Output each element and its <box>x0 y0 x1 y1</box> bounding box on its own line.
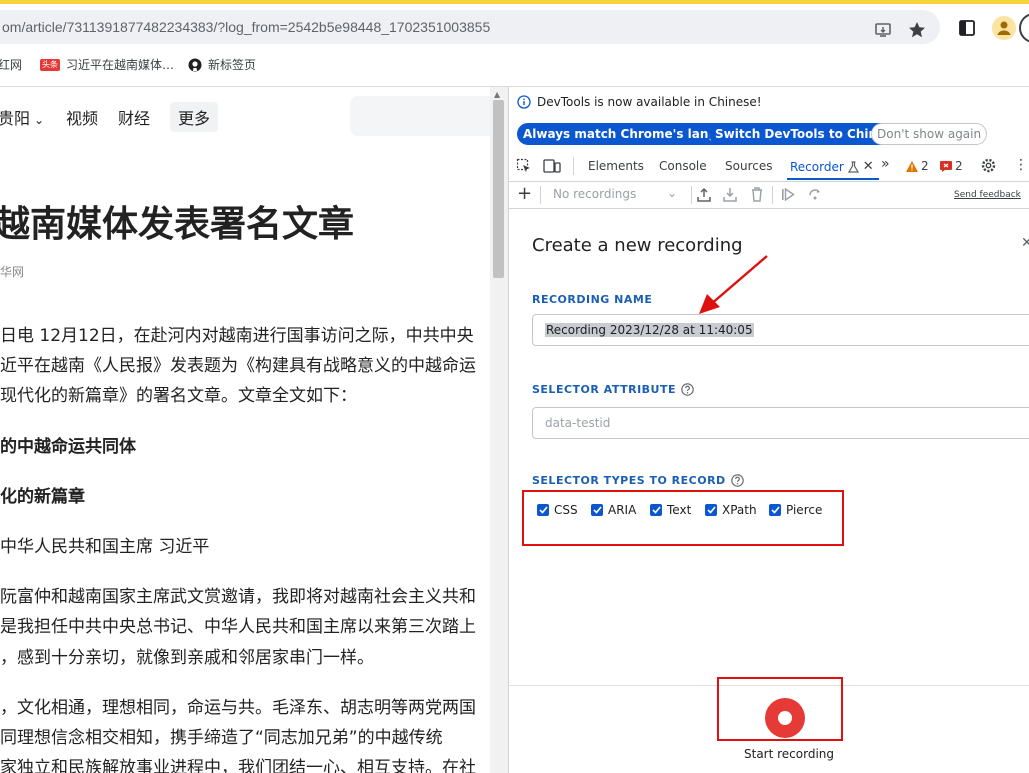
selector-attribute-input[interactable]: data-testid <box>532 407 1029 439</box>
article-paragraph: 日电 12月12日，在赴河内对越南进行国事访问之际，中共中央 <box>0 326 474 346</box>
bookmark-label: 红网 <box>0 58 23 72</box>
chevron-down-icon[interactable]: ⌄ <box>667 186 677 200</box>
gear-icon[interactable] <box>980 157 997 174</box>
start-recording-label[interactable]: Start recording <box>744 747 834 761</box>
close-icon[interactable]: ✕ <box>1021 235 1029 251</box>
selector-attribute-placeholder: data-testid <box>545 416 611 430</box>
send-feedback-link[interactable]: Send feedback <box>954 190 1021 200</box>
page-scrollbar-thumb[interactable] <box>493 100 504 278</box>
error-icon <box>940 160 952 172</box>
nav-finance[interactable]: 财经 <box>118 105 150 129</box>
recording-name-value[interactable]: Recording 2023/12/28 at 11:40:05 <box>545 323 754 337</box>
search-input[interactable] <box>350 96 490 136</box>
toutiao-badge-icon: 头条 <box>40 58 60 71</box>
recordings-select[interactable]: No recordings <box>553 187 636 201</box>
selector-types-label: SELECTOR TYPES TO RECORD <box>532 474 744 487</box>
inspect-element-icon[interactable] <box>516 158 532 174</box>
tab-recorder-label: Recorder <box>790 159 844 174</box>
article-paragraph: ，感到十分亲切，就像到亲戚和邻居家串门一样。 <box>0 648 374 668</box>
dont-show-again-button[interactable]: Don't show again <box>871 123 988 145</box>
article-byline: 中华人民共和国主席 习近平 <box>0 537 210 557</box>
warnings-counter[interactable]: 2 <box>906 159 929 173</box>
recording-name-label: RECORDING NAME <box>532 293 653 306</box>
kebab-menu-icon[interactable]: ⋮ <box>1014 158 1028 172</box>
devtools-panel: DevTools is now available in Chinese! Al… <box>508 87 1029 773</box>
tab-recorder[interactable]: Recorder ✕ <box>790 159 874 174</box>
article-paragraph: 现代化的新篇章》的署名文章。文章全文如下： <box>0 386 357 406</box>
add-recording-icon[interactable]: + <box>517 182 532 206</box>
warning-icon <box>906 160 918 172</box>
bookmark-item[interactable]: 新标签页 <box>188 56 256 73</box>
side-panel-icon[interactable] <box>957 18 977 38</box>
article-paragraph: 是我担任中共中央总书记、中华人民共和国主席以来第三次踏上 <box>0 617 476 637</box>
import-icon[interactable] <box>723 187 737 202</box>
tab-console[interactable]: Console <box>659 159 707 173</box>
star-icon[interactable] <box>907 20 927 40</box>
bookmark-item[interactable]: 红网 <box>0 56 22 73</box>
flask-icon <box>847 160 859 173</box>
start-recording-highlight <box>717 677 843 741</box>
export-icon[interactable] <box>697 187 711 202</box>
device-toolbar-icon[interactable] <box>543 158 561 174</box>
more-tabs-icon[interactable]: » <box>881 156 890 172</box>
profile-icon[interactable] <box>992 16 1016 40</box>
bookmark-label: 习近平在越南媒体… <box>66 58 175 72</box>
article-source: 华网 <box>0 265 25 279</box>
step-icon[interactable] <box>808 187 822 201</box>
nav-city[interactable]: 贵阳 ⌄ <box>0 105 44 129</box>
devtools-tabbar: Elements Console Sources Recorder ✕ » 2 … <box>509 151 1029 182</box>
tab-divider <box>573 157 574 175</box>
nav-video[interactable]: 视频 <box>66 105 98 129</box>
scroll-up-icon[interactable]: ▲ <box>494 90 500 99</box>
tab-elements[interactable]: Elements <box>588 159 644 173</box>
toolbar-divider <box>691 186 692 204</box>
article-paragraph: 近平在越南《人民报》发表题为《构建具有战略意义的中越命运 <box>0 356 476 376</box>
delete-icon[interactable] <box>751 187 763 202</box>
github-icon <box>188 58 202 72</box>
address-bar-url[interactable]: om/article/7311391877482234383/?log_from… <box>2 19 490 35</box>
article-subheading: 的中越命运共同体 <box>0 437 136 457</box>
article-paragraph: 家独立和民族解放事业进程中，我们团结一心、相互支持。在社 <box>0 758 476 773</box>
devtools-infobar: DevTools is now available in Chinese! <box>517 95 762 109</box>
install-app-icon[interactable] <box>873 20 893 40</box>
recording-name-input[interactable]: Recording 2023/12/28 at 11:40:05 <box>532 314 1029 346</box>
tab-sources[interactable]: Sources <box>725 159 772 173</box>
infobar-text: DevTools is now available in Chinese! <box>537 95 762 109</box>
nav-more[interactable]: 更多 <box>170 102 219 132</box>
bookmark-item[interactable]: 头条 习近平在越南媒体… <box>40 56 174 73</box>
replay-icon[interactable] <box>781 188 795 201</box>
help-icon[interactable] <box>681 383 694 396</box>
article-page: 贵阳 ⌄ 视频 财经 更多 越南媒体发表署名文章 华网 日电 12月12日，在赴河… <box>0 87 490 773</box>
bookmark-label: 新标签页 <box>208 58 257 72</box>
chevron-down-icon: ⌄ <box>34 113 45 127</box>
article-paragraph: 阮富仲和越南国家主席武文赏邀请，我即将对越南社会主义共和 <box>0 587 476 607</box>
article-paragraph: ，文化相通，理想相同，命运与共。毛泽东、胡志明等两党两国 <box>0 698 476 718</box>
article-subheading: 化的新篇章 <box>0 487 85 507</box>
browser-toolbar: om/article/7311391877482234383/?log_from… <box>0 4 1029 87</box>
selector-attribute-label: SELECTOR ATTRIBUTE <box>532 383 694 396</box>
recorder-toolbar: + No recordings ⌄ Send feedback <box>509 182 1029 209</box>
close-tab-icon[interactable]: ✕ <box>863 159 874 174</box>
toolbar-divider <box>540 186 541 204</box>
errors-counter[interactable]: 2 <box>940 159 963 173</box>
selector-types-highlight <box>522 490 844 546</box>
menu-button[interactable] <box>1019 13 1029 43</box>
active-tab-indicator <box>787 178 879 180</box>
address-bar[interactable]: om/article/7311391877482234383/?log_from… <box>0 10 940 44</box>
article-paragraph: 同理想信念相交相知，携手缔造了“同志加兄弟”的中越传统 <box>0 728 443 748</box>
help-icon[interactable] <box>730 474 744 487</box>
info-icon <box>517 95 531 109</box>
toolbar-divider <box>772 186 773 204</box>
article-headline: 越南媒体发表署名文章 <box>0 204 355 245</box>
annotation-arrow-icon <box>699 255 768 314</box>
